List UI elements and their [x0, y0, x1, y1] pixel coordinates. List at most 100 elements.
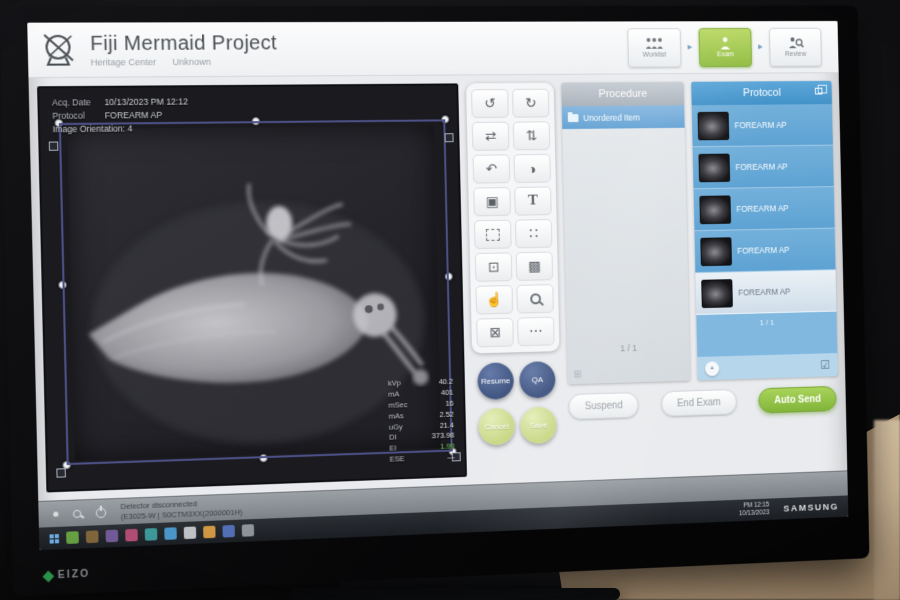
protocol-pagination: 1 / 1	[696, 316, 836, 328]
rotate-ccw-button[interactable]: ↺	[471, 89, 509, 118]
qa-button[interactable]: QA	[519, 361, 556, 399]
auto-send-button[interactable]: Auto Send	[758, 386, 837, 414]
brightness-contrast-button[interactable]: ◑	[513, 154, 550, 183]
window-level-button[interactable]: ▣	[473, 187, 511, 216]
power-icon[interactable]	[96, 507, 107, 518]
step-review-button[interactable]: Review	[769, 27, 822, 66]
protocol-row[interactable]: FOREARM AP	[694, 229, 835, 274]
save-button[interactable]: Save	[520, 406, 557, 444]
rotate-reset-button[interactable]: ↶	[473, 154, 511, 183]
page-title: Fiji Mermaid Project	[90, 32, 277, 56]
procedure-panel-title: Procedure	[561, 82, 684, 107]
protocol-row-label: FOREARM AP	[735, 162, 787, 172]
exposure-label: kVp	[388, 378, 414, 390]
status-dot-icon	[53, 512, 58, 517]
patient-name-label: Unknown	[172, 56, 211, 66]
rotate-reset-icon: ↶	[485, 160, 497, 177]
procedure-body: 1 / 1 ⊞	[562, 128, 690, 385]
photo-background: Fiji Mermaid Project Heritage Center Unk…	[0, 0, 900, 600]
taskbar-app-icon[interactable]	[125, 529, 138, 542]
taskbar-clock: PM 12:15 10/13/2023	[739, 501, 770, 518]
text-annotation-button[interactable]: T	[514, 186, 551, 215]
search-patient-icon	[787, 36, 804, 49]
step-arrow-icon: ▸	[687, 42, 692, 53]
zoom-button[interactable]	[516, 284, 553, 314]
protocol-thumbnail	[700, 237, 732, 266]
protocol-row[interactable]: FOREARM AP	[694, 187, 835, 231]
step-worklist-button[interactable]: Worklist	[627, 28, 681, 67]
crop-button[interactable]	[474, 220, 512, 249]
taskbar-app-icon[interactable]	[145, 528, 158, 541]
more-options-button[interactable]: ⋯	[517, 317, 554, 347]
protocol-row-selected[interactable]: FOREARM AP	[695, 270, 836, 315]
patient-icon	[719, 36, 731, 49]
monitor-bezel: Fiji Mermaid Project Heritage Center Unk…	[0, 6, 869, 597]
shutter-icon: ⊡	[488, 259, 500, 276]
flip-horizontal-button[interactable]: ⇄	[472, 122, 510, 151]
rotate-cw-icon: ↻	[525, 95, 537, 112]
taskbar-app-icon[interactable]	[203, 526, 215, 539]
rotate-ccw-icon: ↺	[484, 95, 496, 112]
procedure-item[interactable]: Unordered Item	[562, 105, 685, 129]
taskbar-app-icon[interactable]	[164, 527, 177, 540]
image-overlay-info: Acq. Date 10/13/2023 PM 12:12 Protocol F…	[52, 95, 189, 137]
step-arrow-icon: ▸	[758, 42, 763, 53]
shutter-button[interactable]: ⊡	[475, 252, 513, 282]
taskbar-app-icon[interactable]	[106, 530, 119, 543]
taskbar-app-icon[interactable]	[66, 531, 79, 544]
checklist-icon[interactable]: ☑	[820, 358, 830, 372]
thumbnail-view-icon[interactable]	[815, 88, 823, 95]
taskbar-app-icon[interactable]	[222, 525, 234, 538]
pan-button[interactable]: ☝	[475, 285, 513, 315]
cancel-button[interactable]: Cancel	[478, 408, 515, 446]
step-exam-button[interactable]: Exam	[698, 27, 752, 66]
rotate-cw-button[interactable]: ↻	[512, 89, 549, 118]
pan-hand-icon: ☝	[486, 291, 503, 308]
protocol-panel: Protocol FOREARM AP FOREARM AP	[691, 81, 838, 381]
tools-column: ↺ ↻ ⇄ ⇅ ↶ ◑ ▣ T ∷ ⊡ ▩ ☝	[466, 83, 562, 477]
facility-label: Heritage Center	[91, 56, 157, 67]
reject-icon: ⊠	[489, 324, 501, 341]
protocol-row-label: FOREARM AP	[737, 245, 789, 256]
taskbar-app-icon[interactable]	[242, 524, 254, 537]
crop-icon	[486, 228, 500, 240]
frame-corner-handle[interactable]	[49, 141, 59, 150]
protocol-row[interactable]: FOREARM AP	[692, 104, 833, 147]
step-label: Worklist	[643, 51, 667, 58]
procedure-grid-icon[interactable]: ⊞	[573, 369, 581, 380]
reject-button[interactable]: ⊠	[476, 318, 514, 348]
protocol-row[interactable]: FOREARM AP	[693, 146, 834, 190]
round-action-buttons: Resume QA Cancel Save	[472, 361, 561, 446]
collimation-button[interactable]: ▩	[516, 252, 553, 281]
grid-icon: ∷	[529, 225, 538, 242]
scroll-up-icon[interactable]: ▲	[705, 361, 719, 376]
taskbar-app-icon[interactable]	[86, 530, 99, 543]
image-toolbar: ↺ ↻ ⇄ ⇅ ↶ ◑ ▣ T ∷ ⊡ ▩ ☝	[466, 83, 559, 354]
procedure-item-label: Unordered Item	[583, 112, 640, 122]
main-area: Acq. Date 10/13/2023 PM 12:12 Protocol F…	[28, 73, 847, 501]
zoom-magnifier-icon	[530, 293, 541, 304]
frame-corner-handle[interactable]	[445, 133, 454, 142]
screen: Fiji Mermaid Project Heritage Center Unk…	[27, 21, 848, 550]
acq-date-value: 10/13/2023 PM 12:12	[104, 96, 188, 107]
acq-date-label: Acq. Date	[52, 96, 102, 110]
resume-button[interactable]: Resume	[477, 362, 514, 400]
protocol-thumbnail	[698, 111, 730, 140]
protocol-list-spacer: 1 / 1	[696, 312, 837, 357]
protocol-thumbnail	[701, 279, 733, 308]
end-exam-button[interactable]: End Exam	[661, 389, 737, 417]
protocol-footer: ▲ ☑	[697, 353, 838, 380]
protocol-value: FOREARM AP	[105, 110, 163, 121]
protocol-panel-header: Protocol	[691, 81, 832, 105]
grid-button[interactable]: ∷	[515, 219, 552, 248]
suspend-button[interactable]: Suspend	[568, 392, 639, 420]
image-viewer[interactable]: Acq. Date 10/13/2023 PM 12:12 Protocol F…	[37, 83, 467, 492]
start-button[interactable]	[49, 534, 59, 544]
taskbar-app-icon[interactable]	[184, 526, 197, 539]
status-search-icon[interactable]	[73, 509, 82, 518]
workflow-steps: Worklist ▸ Exam ▸	[627, 27, 827, 67]
frame-corner-handle[interactable]	[56, 468, 66, 478]
clock-date: 10/13/2023	[739, 509, 770, 518]
app-header: Fiji Mermaid Project Heritage Center Unk…	[27, 21, 838, 78]
flip-vertical-button[interactable]: ⇅	[513, 121, 550, 150]
